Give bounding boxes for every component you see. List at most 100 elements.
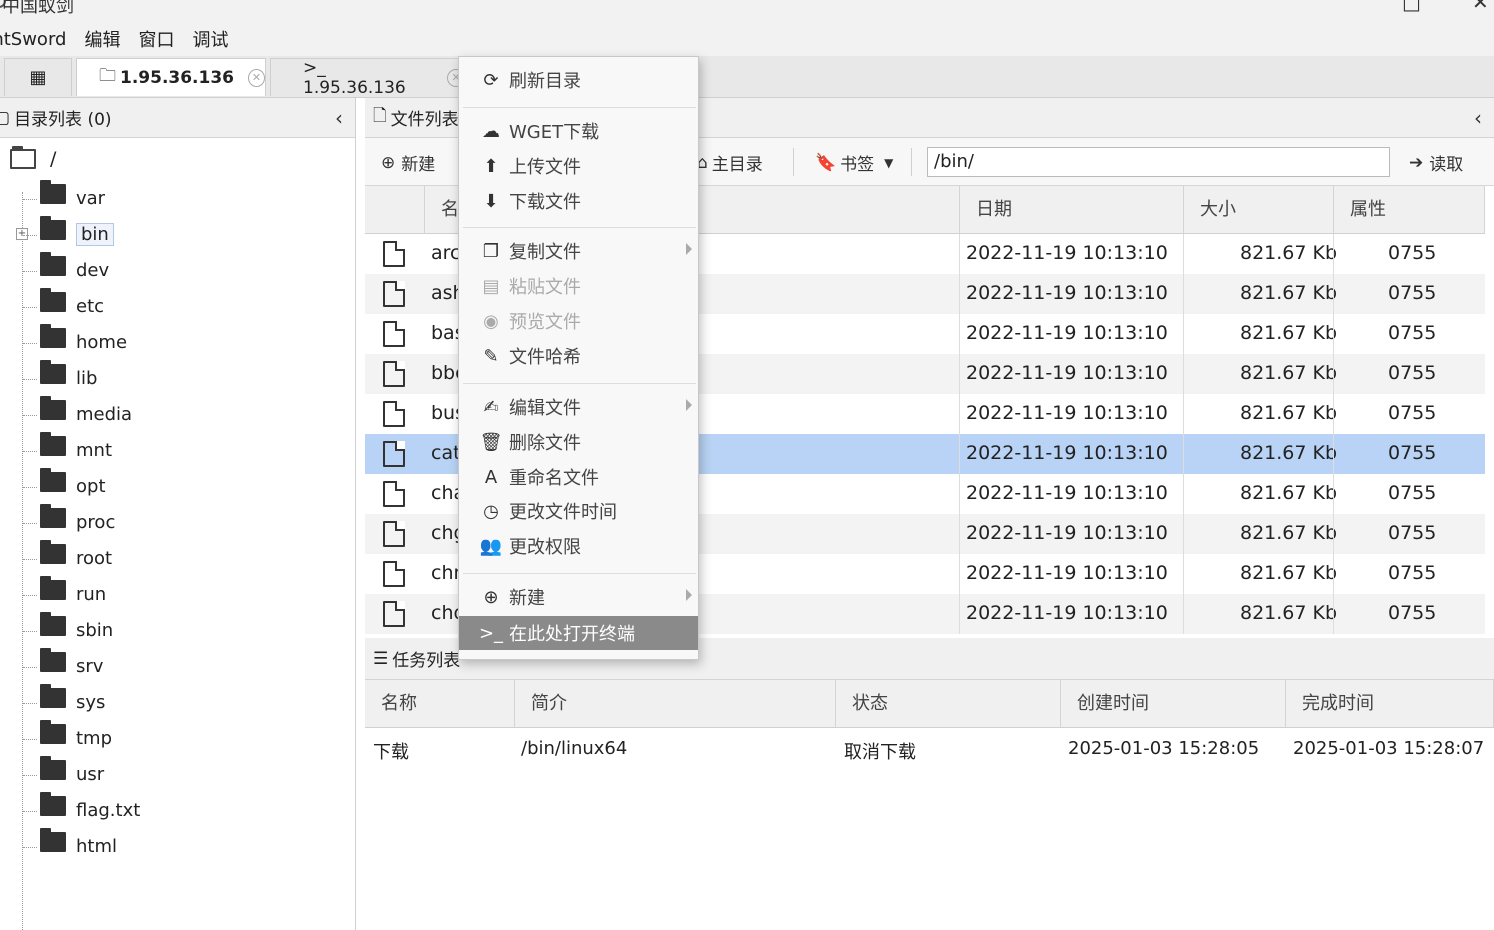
- tree-folder-item[interactable]: media: [40, 396, 132, 425]
- task-column-created[interactable]: 创建时间: [1061, 680, 1286, 728]
- menu-item-edit-file[interactable]: ✍ 编辑文件: [459, 390, 698, 424]
- task-row[interactable]: 下载 /bin/linux64 取消下载 2025-01-03 15:28:05…: [365, 728, 1494, 772]
- tree-guide-line: [23, 847, 37, 848]
- tree-guide-line: [23, 199, 37, 200]
- tree-guide-line: [23, 379, 37, 380]
- path-input[interactable]: /bin/: [927, 147, 1390, 177]
- menu-separator: [463, 573, 696, 574]
- bookmark-button[interactable]: 🔖 书签 ▼: [815, 150, 893, 176]
- tree-folder-item[interactable]: sys: [40, 684, 105, 713]
- menu-item-file-hash[interactable]: ✎ 文件哈希: [459, 339, 698, 373]
- tab-close-icon[interactable]: ✕: [248, 68, 265, 87]
- tree-folder-item[interactable]: bin: [40, 216, 114, 246]
- file-size: 821.67 Kb: [1240, 442, 1338, 464]
- menu-item-delete-file[interactable]: 🗑 删除文件: [459, 425, 698, 459]
- menu-item-change-file-time[interactable]: ◷ 更改文件时间: [459, 494, 698, 528]
- column-size[interactable]: 大小: [1184, 186, 1334, 234]
- file-attr: 0755: [1388, 322, 1437, 344]
- menu-item-new-item[interactable]: ⊕ 新建: [459, 580, 698, 614]
- column-divider: [1183, 234, 1184, 274]
- column-icon: [365, 186, 425, 234]
- tree-folder-item[interactable]: dev: [40, 252, 109, 281]
- refresh-dir-icon: ⟳: [483, 69, 499, 91]
- menu-item-download-file[interactable]: ⬇ 下载文件: [459, 184, 698, 218]
- file-outline-icon: 🗋: [373, 106, 387, 126]
- tree-folder-item[interactable]: home: [40, 324, 127, 353]
- tab-terminal[interactable]: >_ 1.95.36.136 ✕: [270, 58, 466, 98]
- tree-folder-item[interactable]: srv: [40, 648, 103, 677]
- column-divider: [1333, 514, 1334, 554]
- task-column-name[interactable]: 名称: [365, 680, 515, 728]
- menu-item-open-terminal-here[interactable]: >_ 在此处打开终端: [459, 616, 698, 650]
- tree-folder-item[interactable]: html: [40, 828, 117, 857]
- menu-item-change-permissions[interactable]: 👥 更改权限: [459, 529, 698, 563]
- menu-item-preview-file[interactable]: ◉ 预览文件: [459, 304, 698, 338]
- tab-file-manager[interactable]: 🗀 1.95.36.136 ✕: [76, 58, 266, 96]
- task-column-finished[interactable]: 完成时间: [1286, 680, 1494, 728]
- tree-folder-item[interactable]: etc: [40, 288, 105, 317]
- task-column-status[interactable]: 状态: [836, 680, 1061, 728]
- tree-folder-item[interactable]: tmp: [40, 720, 112, 749]
- column-divider: [1333, 274, 1334, 314]
- home-dir-button[interactable]: ⌂ 主目录: [697, 150, 763, 176]
- tree-folder-item[interactable]: mnt: [40, 432, 112, 461]
- menu-item-paste-file[interactable]: ▤ 粘贴文件: [459, 269, 698, 303]
- wget-download-icon: ☁: [482, 120, 500, 142]
- menu-item-label: 文件哈希: [509, 347, 581, 368]
- file-icon: [383, 561, 405, 587]
- tree-folder-label: var: [76, 188, 106, 209]
- column-divider: [959, 314, 960, 354]
- directory-panel-title: 目录列表 (0): [14, 110, 112, 130]
- toolbar-divider: [793, 148, 794, 176]
- tree-folder-item[interactable]: opt: [40, 468, 106, 497]
- tree-folder-label: etc: [76, 296, 105, 317]
- menu-window[interactable]: 窗口: [138, 26, 174, 52]
- menu-item-upload-file[interactable]: ⬆ 上传文件: [459, 149, 698, 183]
- menu-item-copy-file[interactable]: ❐ 复制文件: [459, 234, 698, 268]
- menu-item-label: 删除文件: [509, 433, 581, 454]
- tree-guide-line: [23, 343, 37, 344]
- new-button[interactable]: ⊕ 新建: [381, 150, 435, 176]
- file-size: 821.67 Kb: [1240, 362, 1338, 384]
- folder-icon: [40, 648, 66, 672]
- file-size: 821.67 Kb: [1240, 402, 1338, 424]
- menu-item-refresh-dir[interactable]: ⟳ 刷新目录: [459, 63, 698, 97]
- tree-folder-item[interactable]: root: [40, 540, 112, 569]
- tree-guide-line: [23, 415, 37, 416]
- tree-folder-item[interactable]: usr: [40, 756, 104, 785]
- column-date[interactable]: 日期: [960, 186, 1184, 234]
- menu-edit[interactable]: 编辑: [84, 26, 120, 52]
- tree-folder-item[interactable]: proc: [40, 504, 115, 533]
- tree-folder-item[interactable]: flag.txt: [40, 792, 140, 821]
- expand-toggle-icon[interactable]: +: [16, 228, 28, 240]
- file-icon: [383, 361, 405, 387]
- menu-debug[interactable]: 调试: [192, 26, 228, 52]
- tree-folder-item[interactable]: run: [40, 576, 106, 605]
- column-divider: [959, 554, 960, 594]
- file-date: 2022-11-19 10:13:10: [966, 362, 1168, 384]
- tree-folder-item[interactable]: var: [40, 180, 106, 209]
- column-attr[interactable]: 属性: [1334, 186, 1485, 234]
- menu-bar: AntSword 编辑 窗口 调试: [0, 22, 1494, 56]
- task-column-desc[interactable]: 简介: [515, 680, 836, 728]
- submenu-arrow-icon: [686, 399, 692, 411]
- task-finished: 2025-01-03 15:28:07: [1293, 738, 1485, 759]
- column-divider: [959, 354, 960, 394]
- menu-antsword[interactable]: AntSword: [0, 29, 66, 50]
- menu-item-label: 重命名文件: [509, 468, 599, 489]
- delete-file-icon: 🗑: [479, 431, 503, 453]
- maximize-icon[interactable]: □: [1402, 0, 1421, 14]
- file-icon: [383, 481, 405, 507]
- menu-item-wget-download[interactable]: ☁ WGET下载: [459, 114, 698, 148]
- close-window-icon[interactable]: ✕: [1472, 0, 1489, 14]
- tree-root[interactable]: /: [10, 144, 56, 174]
- collapse-right-icon[interactable]: ‹: [1474, 106, 1482, 130]
- read-button[interactable]: ➔ 读取: [1409, 150, 1463, 176]
- tab-home[interactable]: ▦: [4, 58, 72, 96]
- file-date: 2022-11-19 10:13:10: [966, 602, 1168, 624]
- tree-folder-item[interactable]: lib: [40, 360, 97, 389]
- tree-folder-item[interactable]: sbin: [40, 612, 113, 641]
- menu-item-rename-file[interactable]: A 重命名文件: [459, 460, 698, 494]
- collapse-left-icon[interactable]: ‹: [335, 106, 343, 130]
- file-icon: [383, 281, 405, 307]
